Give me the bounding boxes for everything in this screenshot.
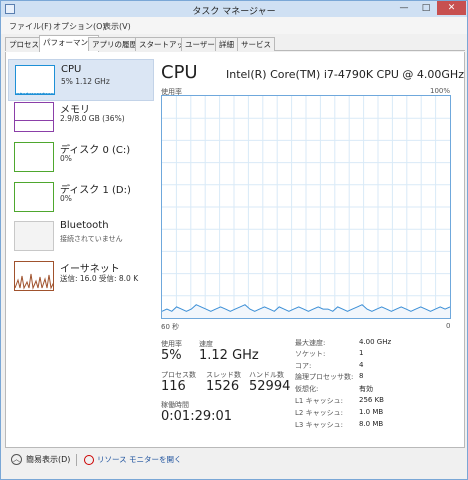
graph-max-label: 100% xyxy=(430,87,451,95)
tab-users[interactable]: ユーザー xyxy=(181,37,219,51)
sidebar-item-memory[interactable]: メモリ 2.9/8.0 GB (36%) xyxy=(8,97,154,139)
graph-time-label: 60 秒 xyxy=(161,323,180,331)
threads-value: 1526 xyxy=(206,379,240,394)
spec-value-virtualization: 有効 xyxy=(359,385,373,393)
spec-label-virtualization: 仮想化: xyxy=(295,385,319,393)
spec-value-sockets: 1 xyxy=(359,349,364,357)
cpu-thumbnail xyxy=(15,65,55,95)
spec-value-max-speed: 4.00 GHz xyxy=(359,338,392,346)
spec-label-cores: コア: xyxy=(295,362,312,370)
sidebar-item-disk1[interactable]: ディスク 1 (D:) 0% xyxy=(8,177,154,219)
sidebar-item-label: CPU xyxy=(61,64,82,75)
sidebar-item-value: 接続されていません xyxy=(60,235,123,243)
cpu-sparkline xyxy=(16,92,54,94)
tab-services[interactable]: サービス xyxy=(237,37,275,51)
resource-monitor-link[interactable]: リソース モニターを開く xyxy=(84,454,182,465)
sidebar-item-value: 0% xyxy=(60,154,72,163)
disk0-thumbnail xyxy=(14,142,54,172)
task-manager-window: タスク マネージャー — □ ✕ ファイル(F) オプション(O) 表示(V) … xyxy=(0,0,468,480)
graph-zero-label: 0 xyxy=(446,322,451,330)
menu-options[interactable]: オプション(O) xyxy=(53,21,106,32)
spec-value-logical: 8 xyxy=(359,372,364,380)
tab-details[interactable]: 詳細 xyxy=(215,37,238,51)
cpu-sparkline-line xyxy=(16,92,54,94)
fewer-details-label: 簡易表示(D) xyxy=(26,455,71,464)
speed-value: 1.12 GHz xyxy=(199,348,259,363)
maximize-button[interactable]: □ xyxy=(415,1,437,15)
ethernet-thumbnail xyxy=(14,261,54,291)
resource-monitor-icon xyxy=(84,455,94,465)
handles-value: 52994 xyxy=(249,379,291,394)
sidebar-item-disk0[interactable]: ディスク 0 (C:) 0% xyxy=(8,137,154,179)
spec-value-l2: 1.0 MB xyxy=(359,408,384,416)
sidebar-item-cpu[interactable]: CPU 5% 1.12 GHz xyxy=(8,59,154,101)
uptime-value: 0:01:29:01 xyxy=(161,409,233,424)
fewer-details-button[interactable]: ︿ 簡易表示(D) xyxy=(11,454,70,465)
cpu-model: Intel(R) Core(TM) i7-4790K CPU @ 4.00GHz xyxy=(226,68,464,81)
close-button[interactable]: ✕ xyxy=(437,1,466,15)
tab-app-history[interactable]: アプリの履歴 xyxy=(88,37,141,51)
bluetooth-thumbnail xyxy=(14,221,54,251)
memory-thumbnail xyxy=(14,102,54,132)
performance-panel: CPU 5% 1.12 GHz メモリ 2.9/8.0 GB (36%) ディス… xyxy=(5,52,465,448)
sidebar-item-value: 0% xyxy=(60,194,72,203)
page-title: CPU xyxy=(161,62,198,83)
usage-value: 5% xyxy=(161,348,182,363)
cpu-graph-svg xyxy=(162,96,450,318)
sidebar-item-label: Bluetooth xyxy=(60,220,109,231)
processes-value: 116 xyxy=(161,379,186,394)
minimize-button[interactable]: — xyxy=(393,1,415,15)
menu-bar: ファイル(F) オプション(O) 表示(V) xyxy=(1,17,467,34)
spec-value-l1: 256 KB xyxy=(359,396,384,404)
spec-label-l2: L2 キャッシュ: xyxy=(295,409,343,417)
sidebar-item-value: 5% 1.12 GHz xyxy=(61,77,110,86)
sidebar-item-value: 送信: 16.0 受信: 8.0 K xyxy=(60,274,139,283)
spec-value-cores: 4 xyxy=(359,361,364,369)
menu-view[interactable]: 表示(V) xyxy=(103,21,131,32)
sidebar-item-ethernet[interactable]: イーサネット 送信: 16.0 受信: 8.0 K xyxy=(8,256,154,298)
sidebar-item-value: 2.9/8.0 GB (36%) xyxy=(60,114,125,123)
footer-separator xyxy=(76,454,77,466)
disk1-thumbnail xyxy=(14,182,54,212)
tab-bar: プロセス パフォーマンス アプリの履歴 スタートアップ ユーザー 詳細 サービス xyxy=(5,35,465,52)
chevron-up-icon: ︿ xyxy=(11,454,22,465)
spec-label-l1: L1 キャッシュ: xyxy=(295,397,343,405)
cpu-usage-graph xyxy=(161,95,451,319)
resource-monitor-label: リソース モニターを開く xyxy=(97,455,182,464)
tab-processes[interactable]: プロセス xyxy=(5,37,43,51)
spec-label-sockets: ソケット: xyxy=(295,350,326,358)
spec-label-logical: 論理プロセッサ数: xyxy=(295,373,354,381)
spec-value-l3: 8.0 MB xyxy=(359,420,384,428)
sidebar-item-bluetooth[interactable]: Bluetooth 接続されていません xyxy=(8,216,154,258)
ethernet-sparkline xyxy=(15,273,53,290)
spec-label-l3: L3 キャッシュ: xyxy=(295,421,343,429)
menu-file[interactable]: ファイル(F) xyxy=(9,21,52,32)
title-bar[interactable]: タスク マネージャー — □ ✕ xyxy=(1,1,467,17)
spec-label-max-speed: 最大速度: xyxy=(295,339,326,347)
resource-sidebar: CPU 5% 1.12 GHz メモリ 2.9/8.0 GB (36%) ディス… xyxy=(8,56,154,446)
footer-bar: ︿ 簡易表示(D) リソース モニターを開く xyxy=(1,448,467,479)
